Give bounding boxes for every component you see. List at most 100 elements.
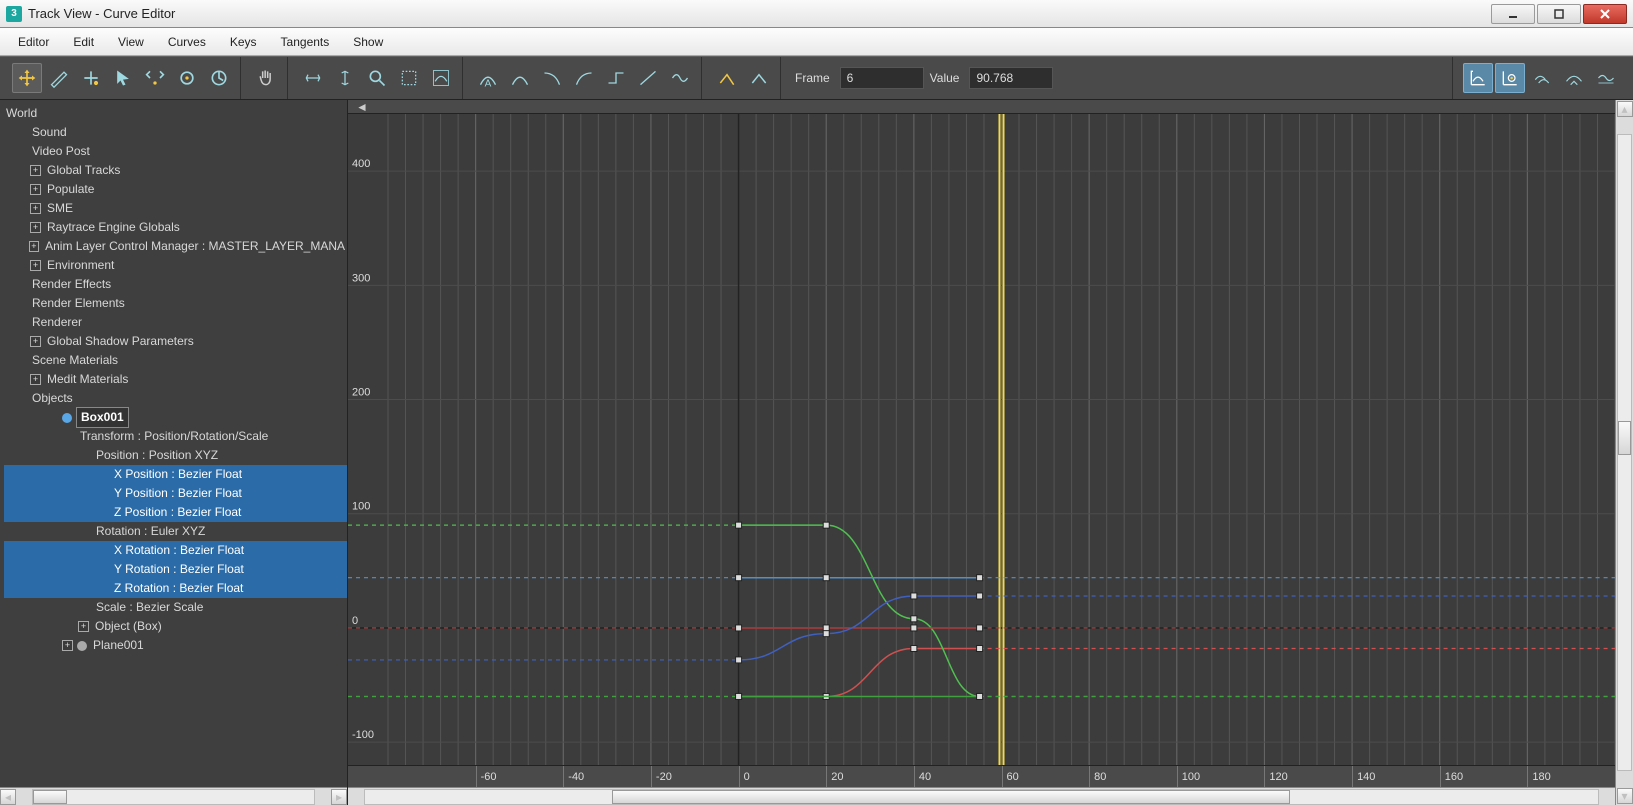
scroll-down-icon[interactable]: ▾ — [1617, 788, 1633, 804]
tree-label[interactable]: Transform : Position/Rotation/Scale — [78, 427, 270, 446]
tree-label[interactable]: Anim Layer Control Manager : MASTER_LAYE… — [43, 237, 347, 256]
unify-tangents-icon[interactable] — [744, 63, 774, 93]
tree-label[interactable]: Sound — [30, 123, 69, 142]
add-keys-icon[interactable] — [76, 63, 106, 93]
snap-icon[interactable] — [204, 63, 234, 93]
tree-label[interactable]: Scale : Bezier Scale — [94, 598, 205, 617]
tree-label[interactable]: Global Tracks — [45, 161, 122, 180]
tree-item[interactable]: Z Rotation : Bezier Float — [4, 579, 347, 598]
tree-label[interactable]: Render Effects — [30, 275, 113, 294]
expand-icon[interactable]: + — [30, 165, 41, 176]
tree-label[interactable]: Objects — [30, 389, 75, 408]
curve-x-position[interactable] — [739, 649, 980, 697]
tree-item[interactable]: Video Post — [4, 142, 347, 161]
tangent-spline-icon[interactable] — [505, 63, 535, 93]
tree-label[interactable]: Populate — [45, 180, 96, 199]
keyframe[interactable] — [977, 625, 983, 631]
expand-icon[interactable]: + — [30, 260, 41, 271]
expand-icon[interactable]: + — [78, 621, 89, 632]
tree-item[interactable]: + Global Tracks — [4, 161, 347, 180]
tangent-slow-icon[interactable] — [569, 63, 599, 93]
frame-input[interactable] — [840, 67, 924, 89]
tree-item[interactable]: +Raytrace Engine Globals — [4, 218, 347, 237]
keyframe[interactable] — [911, 625, 917, 631]
tree-label[interactable]: Medit Materials — [45, 370, 130, 389]
keyframe[interactable] — [823, 575, 829, 581]
tree-label[interactable]: Scene Materials — [30, 351, 120, 370]
nav-left-icon[interactable]: ◄ — [356, 100, 368, 114]
tree-root[interactable]: World — [4, 104, 347, 123]
time-ruler[interactable]: -60-40-20020406080100120140160180 — [348, 765, 1615, 787]
tree-label[interactable]: X Rotation : Bezier Float — [110, 541, 248, 560]
tree-item[interactable]: Rotation : Euler XYZ — [4, 522, 347, 541]
frame-horizontal-icon[interactable] — [298, 63, 328, 93]
tree-label[interactable]: Video Post — [30, 142, 92, 161]
tree-label[interactable]: Plane001 — [91, 636, 146, 655]
curve-nav-bar[interactable]: ◄ — [348, 100, 1615, 114]
tree-item[interactable]: Sound — [4, 123, 347, 142]
zoom-icon[interactable] — [362, 63, 392, 93]
tree-item[interactable]: Z Position : Bezier Float — [4, 503, 347, 522]
tree-item[interactable]: Objects — [4, 389, 347, 408]
tree-item[interactable]: Y Rotation : Bezier Float — [4, 560, 347, 579]
expand-icon[interactable]: + — [30, 203, 41, 214]
select-icon[interactable] — [108, 63, 138, 93]
tree-item[interactable]: + Plane001 — [4, 636, 347, 655]
tree-label[interactable]: Rotation : Euler XYZ — [94, 522, 207, 541]
maximize-button[interactable] — [1537, 4, 1581, 24]
tree-label[interactable]: Y Rotation : Bezier Float — [110, 560, 248, 579]
tree-label[interactable]: Z Position : Bezier Float — [110, 503, 245, 522]
curve-y-position[interactable] — [739, 525, 980, 696]
tangent-step-icon[interactable] — [601, 63, 631, 93]
tangent-smooth-icon[interactable] — [665, 63, 695, 93]
menu-tangents[interactable]: Tangents — [269, 28, 342, 55]
swap-curves-icon[interactable] — [1559, 63, 1589, 93]
menu-editor[interactable]: Editor — [6, 28, 61, 55]
value-input[interactable] — [969, 67, 1053, 89]
expand-icon[interactable]: + — [30, 336, 41, 347]
keyframe[interactable] — [911, 616, 917, 622]
tree-horizontal-scrollbar[interactable]: ◂ ▸ — [0, 787, 347, 805]
frame-vertical-icon[interactable] — [330, 63, 360, 93]
tree-label[interactable]: Render Elements — [30, 294, 127, 313]
tree-label[interactable]: SME — [45, 199, 75, 218]
scroll-left-icon[interactable]: ◂ — [0, 789, 16, 805]
draw-curves-icon[interactable] — [44, 63, 74, 93]
tangent-linear-icon[interactable] — [633, 63, 663, 93]
tree-label[interactable]: Position : Position XYZ — [94, 446, 220, 465]
keyframe[interactable] — [736, 522, 742, 528]
curve-canvas[interactable]: -1000100200300400 — [348, 114, 1615, 765]
tree-item[interactable]: Y Position : Bezier Float — [4, 484, 347, 503]
scroll-up-icon[interactable]: ▴ — [1617, 101, 1633, 117]
keyframe[interactable] — [736, 693, 742, 699]
tangent-fast-icon[interactable] — [537, 63, 567, 93]
zoom-region-icon[interactable] — [394, 63, 424, 93]
scale-keys-icon[interactable] — [140, 63, 170, 93]
expand-icon[interactable]: + — [62, 640, 73, 651]
tree-item[interactable]: X Position : Bezier Float — [4, 465, 347, 484]
expand-icon[interactable]: + — [29, 241, 40, 252]
buffer-curves-icon[interactable] — [1527, 63, 1557, 93]
tree-label[interactable]: Z Rotation : Bezier Float — [110, 579, 247, 598]
tree-item[interactable]: Renderer — [4, 313, 347, 332]
keyframe[interactable] — [977, 693, 983, 699]
keyframe[interactable] — [823, 522, 829, 528]
scale-values-icon[interactable] — [172, 63, 202, 93]
keyframe[interactable] — [911, 593, 917, 599]
tree-item[interactable]: + Populate — [4, 180, 347, 199]
show-all-curves-icon[interactable] — [1495, 63, 1525, 93]
tree-item[interactable]: +Environment — [4, 256, 347, 275]
curve-horizontal-scrollbar[interactable] — [348, 787, 1615, 805]
tree-item[interactable]: +Global Shadow Parameters — [4, 332, 347, 351]
menu-show[interactable]: Show — [341, 28, 395, 55]
menu-view[interactable]: View — [106, 28, 156, 55]
tree-item[interactable]: +Anim Layer Control Manager : MASTER_LAY… — [4, 237, 347, 256]
tree-item[interactable]: +Medit Materials — [4, 370, 347, 389]
expand-icon[interactable]: + — [30, 184, 41, 195]
vertical-scrollbar[interactable]: ▴ ▾ — [1615, 100, 1633, 805]
isolate-curve-icon[interactable] — [426, 63, 456, 93]
tree-item[interactable]: Scene Materials — [4, 351, 347, 370]
tree-label[interactable]: Object (Box) — [93, 617, 164, 636]
close-button[interactable] — [1583, 4, 1627, 24]
expand-icon[interactable]: + — [30, 222, 41, 233]
